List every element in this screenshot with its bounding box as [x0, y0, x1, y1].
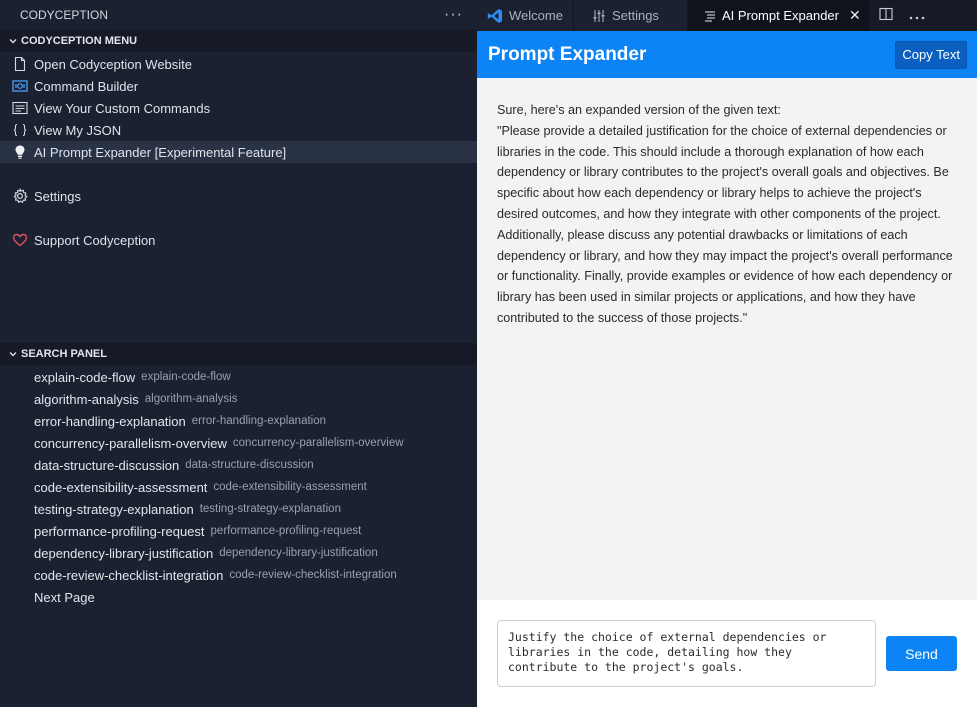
- search-item-desc: concurrency-parallelism-overview: [232, 437, 404, 449]
- search-item-desc: performance-profiling-request: [210, 525, 362, 537]
- tab-welcome[interactable]: Welcome: [477, 0, 574, 31]
- next-page-link[interactable]: Next Page: [0, 586, 477, 608]
- search-item-desc: code-extensibility-assessment: [213, 481, 367, 493]
- menu-item-custom-commands[interactable]: View Your Custom Commands: [0, 97, 477, 119]
- menu-item-label: Command Builder: [34, 78, 139, 94]
- codyception-menu-list: Open Codyception Website Command Builder…: [0, 52, 477, 251]
- search-item-desc: code-review-checklist-integration: [229, 569, 397, 581]
- response-output: Sure, here's an expanded version of the …: [477, 78, 977, 329]
- list-icon: [12, 100, 28, 116]
- page-title: Prompt Expander: [488, 43, 647, 65]
- list-item[interactable]: code-extensibility-assessment code-extens…: [0, 476, 477, 498]
- section-header-codyception-menu[interactable]: CODYCEPTION MENU: [0, 30, 477, 52]
- more-actions-icon[interactable]: [909, 8, 925, 23]
- menu-item-support[interactable]: Support Codyception: [0, 229, 477, 251]
- tab-ai-prompt-expander[interactable]: AI Prompt Expander ✕: [687, 0, 869, 31]
- lightbulb-icon: [12, 144, 28, 160]
- list-item[interactable]: code-review-checklist-integration code-re…: [0, 564, 477, 586]
- response-intro: Sure, here's an expanded version of the …: [497, 103, 781, 117]
- menu-item-label: Settings: [34, 188, 81, 204]
- list-item[interactable]: concurrency-parallelism-overview concurre…: [0, 432, 477, 454]
- tab-label: Settings: [611, 8, 659, 23]
- menu-item-label: View My JSON: [34, 122, 122, 138]
- search-item-desc: data-structure-discussion: [185, 459, 314, 471]
- list-item[interactable]: data-structure-discussion data-structure-…: [0, 454, 477, 476]
- editor-area: Welcome Settings AI Prompt Expander ✕ Pr…: [477, 0, 977, 707]
- section-title: SEARCH PANEL: [21, 348, 107, 360]
- file-icon: [12, 56, 28, 72]
- gear-icon: [12, 188, 28, 204]
- menu-item-label: Open Codyception Website: [34, 56, 193, 72]
- split-editor-icon[interactable]: [879, 7, 893, 24]
- menu-item-label: Support Codyception: [34, 232, 156, 248]
- search-item-desc: algorithm-analysis: [144, 393, 238, 405]
- tab-bar: Welcome Settings AI Prompt Expander ✕: [477, 0, 977, 31]
- search-item-label: concurrency-parallelism-overview: [34, 435, 227, 451]
- list-item[interactable]: error-handling-explanation error-handling…: [0, 410, 477, 432]
- webview-header: Prompt Expander Copy Text: [477, 31, 977, 78]
- menu-item-view-json[interactable]: View My JSON: [0, 119, 477, 141]
- settings-sliders-icon: [592, 9, 606, 23]
- search-item-label: data-structure-discussion: [34, 457, 180, 473]
- search-panel: SEARCH PANEL explain-code-flow explain-co…: [0, 343, 477, 608]
- sidebar: CODYCEPTION ··· CODYCEPTION MENU Open Co…: [0, 0, 477, 707]
- preview-icon: [704, 10, 716, 22]
- editor-actions: [868, 0, 977, 31]
- prompt-input[interactable]: Justify the choice of external dependenc…: [497, 620, 876, 687]
- prompt-expander-webview: Prompt Expander Copy Text Sure, here's a…: [477, 31, 977, 707]
- search-item-label: error-handling-explanation: [34, 413, 186, 429]
- menu-item-command-builder[interactable]: Command Builder: [0, 75, 477, 97]
- list-item[interactable]: algorithm-analysis algorithm-analysis: [0, 388, 477, 410]
- sidebar-title-bar: CODYCEPTION ···: [0, 0, 477, 30]
- list-item[interactable]: dependency-library-justification dependen…: [0, 542, 477, 564]
- search-item-label: performance-profiling-request: [34, 523, 205, 539]
- sidebar-title: CODYCEPTION: [20, 8, 109, 22]
- chevron-down-icon: [6, 34, 20, 48]
- list-item[interactable]: testing-strategy-explanation testing-stra…: [0, 498, 477, 520]
- menu-item-ai-prompt-expander[interactable]: AI Prompt Expander [Experimental Feature…: [0, 141, 477, 163]
- tab-label: Welcome: [509, 8, 563, 23]
- prompt-input-area: Justify the choice of external dependenc…: [477, 600, 977, 707]
- list-item[interactable]: performance-profiling-request performance…: [0, 520, 477, 542]
- search-item-desc: testing-strategy-explanation: [199, 503, 341, 515]
- response-text: "Please provide a detailed justification…: [497, 123, 953, 325]
- chevron-down-icon: [6, 347, 20, 361]
- command-builder-icon: [12, 78, 28, 94]
- tab-settings[interactable]: Settings: [573, 0, 688, 31]
- send-button[interactable]: Send: [886, 636, 957, 671]
- search-item-label: code-extensibility-assessment: [34, 479, 208, 495]
- menu-item-label: View Your Custom Commands: [34, 100, 211, 116]
- more-actions-icon[interactable]: ···: [444, 7, 463, 23]
- search-item-label: dependency-library-justification: [34, 545, 214, 561]
- search-item-desc: error-handling-explanation: [191, 415, 327, 427]
- search-item-label: code-review-checklist-integration: [34, 567, 224, 583]
- menu-item-settings[interactable]: Settings: [0, 185, 477, 207]
- next-page-label: Next Page: [34, 589, 95, 605]
- search-item-label: testing-strategy-explanation: [34, 501, 194, 517]
- copy-text-button[interactable]: Copy Text: [895, 40, 967, 69]
- search-item-label: explain-code-flow: [34, 369, 136, 385]
- section-header-search-panel[interactable]: SEARCH PANEL: [0, 343, 477, 365]
- heart-icon: [12, 232, 28, 248]
- json-braces-icon: [12, 122, 28, 138]
- search-item-label: algorithm-analysis: [34, 391, 139, 407]
- list-item[interactable]: explain-code-flow explain-code-flow: [0, 366, 477, 388]
- close-icon[interactable]: ✕: [849, 7, 861, 24]
- section-title: CODYCEPTION MENU: [21, 35, 138, 47]
- search-item-desc: dependency-library-justification: [219, 547, 378, 559]
- menu-item-label: AI Prompt Expander [Experimental Feature…: [34, 144, 287, 160]
- search-item-desc: explain-code-flow: [141, 371, 231, 383]
- vscode-logo-icon: [487, 8, 503, 24]
- menu-item-open-website[interactable]: Open Codyception Website: [0, 53, 477, 75]
- search-results-list: explain-code-flow explain-code-flow algor…: [0, 365, 477, 608]
- tab-label: AI Prompt Expander: [721, 8, 839, 23]
